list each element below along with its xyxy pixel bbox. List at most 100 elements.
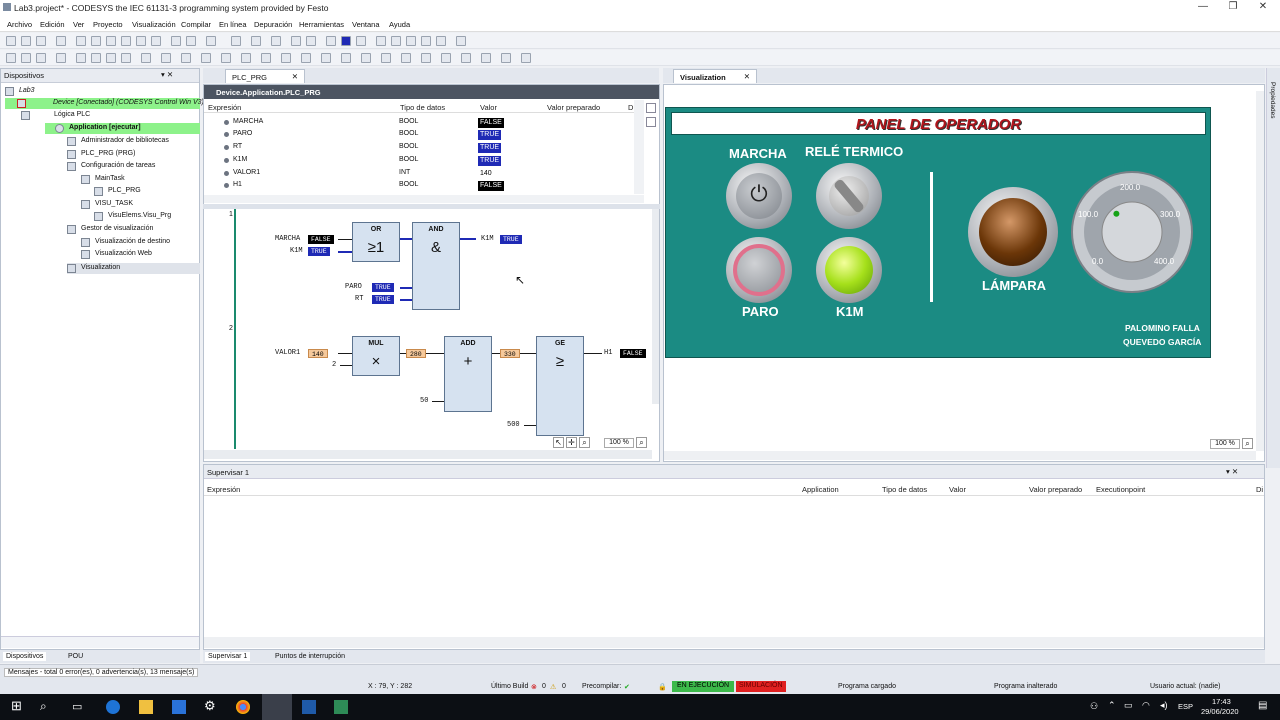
var-row-rt[interactable]: RT BOOL TRUE xyxy=(206,141,636,153)
edge-icon[interactable] xyxy=(106,700,120,714)
move-tool-icon[interactable]: ✛ xyxy=(566,437,577,448)
redo-icon[interactable] xyxy=(91,36,101,46)
wifi-icon[interactable]: ◠ xyxy=(1142,700,1150,711)
notifications-icon[interactable]: ▤ xyxy=(1258,700,1267,711)
watch-hscroll[interactable] xyxy=(204,637,1264,648)
language-indicator[interactable]: ESP xyxy=(1178,702,1193,711)
fbd-set-icon[interactable] xyxy=(201,53,211,63)
menu-depuracion[interactable]: Depuración xyxy=(254,20,292,29)
tabular-view-icon[interactable] xyxy=(646,117,656,127)
add-block[interactable]: ADD + xyxy=(444,336,492,412)
login-icon[interactable] xyxy=(231,36,241,46)
ge-block[interactable]: GE ≥ xyxy=(536,336,584,436)
fbd-output-icon[interactable] xyxy=(141,53,151,63)
step-out-icon[interactable] xyxy=(421,36,431,46)
tray-up-icon[interactable]: ⌃ xyxy=(1108,700,1116,711)
close-tab-icon[interactable]: ✕ xyxy=(292,72,298,81)
fbd-parallel-icon[interactable] xyxy=(301,53,311,63)
delete-icon[interactable] xyxy=(151,36,161,46)
fbd-input-icon[interactable] xyxy=(121,53,131,63)
tree-visualization[interactable]: Visualization xyxy=(67,263,200,274)
visu-vscroll[interactable] xyxy=(1256,91,1264,451)
reset-icon[interactable] xyxy=(306,36,316,46)
people-icon[interactable]: ⚇ xyxy=(1090,701,1098,712)
task-view-icon[interactable]: ▭ xyxy=(72,700,86,714)
step-over-icon[interactable] xyxy=(391,36,401,46)
or-block[interactable]: OR ≥1 xyxy=(352,222,400,262)
menu-ventana[interactable]: Ventana xyxy=(352,20,380,29)
copy-icon[interactable] xyxy=(121,36,131,46)
tab-pou[interactable]: POU xyxy=(68,653,83,660)
step-into-icon[interactable] xyxy=(406,36,416,46)
fbd-reset-icon[interactable] xyxy=(221,53,231,63)
tab-plc-prg[interactable]: PLC_PRG ✕ xyxy=(225,69,305,83)
fbd-return-icon[interactable] xyxy=(106,53,116,63)
rele-termico-switch[interactable] xyxy=(816,163,882,229)
status-simulation[interactable]: SIMULACIÓN xyxy=(736,681,786,692)
menu-en-linea[interactable]: En línea xyxy=(219,20,247,29)
menu-edicion[interactable]: Edición xyxy=(40,20,65,29)
volume-icon[interactable]: ◂) xyxy=(1160,700,1168,711)
visu-hscroll[interactable] xyxy=(664,451,1256,460)
fbd-append-icon[interactable] xyxy=(361,53,371,63)
marcha-button[interactable]: ⏻ xyxy=(726,163,792,229)
visu-zoom-icon[interactable]: ⌕ xyxy=(1242,438,1253,449)
logout-icon[interactable] xyxy=(251,36,261,46)
fbd-canvas[interactable]: 1 2 MARCHA FALSE K1M TRUE OR ≥1 AND & PARO… xyxy=(204,209,659,461)
fbd-coil-icon[interactable] xyxy=(21,53,31,63)
menu-archivo[interactable]: Archivo xyxy=(7,20,32,29)
paro-button[interactable] xyxy=(726,237,792,303)
var-row-k1m[interactable]: K1M BOOL TRUE xyxy=(206,154,636,166)
fbd-assign-icon[interactable] xyxy=(76,53,86,63)
fbd-comment-icon[interactable] xyxy=(281,53,291,63)
cut-icon[interactable] xyxy=(106,36,116,46)
stop-icon[interactable] xyxy=(341,36,351,46)
build-icon[interactable] xyxy=(206,36,216,46)
fbd-hscroll[interactable] xyxy=(204,450,652,459)
menu-ayuda[interactable]: Ayuda xyxy=(389,20,410,29)
var-row-h1[interactable]: H1 BOOL FALSE xyxy=(206,179,636,191)
tree-application[interactable]: Application [ejecutar] xyxy=(45,123,200,134)
var-row-marcha[interactable]: MARCHA BOOL FALSE xyxy=(206,116,636,128)
clock-time[interactable]: 17:43 xyxy=(1212,697,1231,706)
fbd-vscroll[interactable] xyxy=(652,209,659,404)
fbd-box-icon[interactable] xyxy=(36,53,46,63)
settings-icon[interactable]: ⚙ xyxy=(204,698,218,713)
close-tab-icon[interactable]: ✕ xyxy=(744,72,750,81)
fbd-network-icon[interactable] xyxy=(56,53,66,63)
new-icon[interactable] xyxy=(6,36,16,46)
tab-breakpoints[interactable]: Puntos de interrupción xyxy=(275,653,345,660)
messages-tab[interactable]: Mensajes - total 0 error(es), 0 adverten… xyxy=(4,668,199,677)
tree-device[interactable]: Device [Conectado] (CODESYS Control Win … xyxy=(5,98,204,109)
select-tool-icon[interactable]: ↖ xyxy=(553,437,564,448)
fbd-insert-icon[interactable] xyxy=(341,53,351,63)
var-table-hscroll[interactable] xyxy=(204,195,644,203)
fbd-edge-icon[interactable] xyxy=(241,53,251,63)
properties-side-tab[interactable]: Propiedades xyxy=(1266,68,1280,468)
fbd-contact-icon[interactable] xyxy=(6,53,16,63)
terminal-icon[interactable] xyxy=(334,700,348,714)
fbd-toggle-icon[interactable] xyxy=(501,53,511,63)
and-block[interactable]: AND & xyxy=(412,222,460,310)
download-icon[interactable] xyxy=(271,36,281,46)
fbd-pin-icon[interactable] xyxy=(401,53,411,63)
restore-button[interactable]: ❐ xyxy=(1218,1,1248,15)
print-icon[interactable] xyxy=(56,36,66,46)
mul-block[interactable]: MUL × xyxy=(352,336,400,376)
tab-visualization[interactable]: Visualization ✕ xyxy=(673,69,757,83)
menu-proyecto[interactable]: Proyecto xyxy=(93,20,123,29)
store-icon[interactable] xyxy=(172,700,186,714)
explorer-icon[interactable] xyxy=(139,700,153,714)
fbd-network-title-icon[interactable] xyxy=(481,53,491,63)
run-icon[interactable] xyxy=(326,36,336,46)
fbd-en-icon[interactable] xyxy=(381,53,391,63)
menu-ver[interactable]: Ver xyxy=(73,20,84,29)
pin-icon[interactable]: ▾ ✕ xyxy=(161,70,173,79)
fbd-jump-icon[interactable] xyxy=(91,53,101,63)
minimize-button[interactable]: — xyxy=(1188,1,1218,15)
force-icon[interactable] xyxy=(456,36,466,46)
fbd-negate-icon[interactable] xyxy=(181,53,191,63)
fbd-swap-icon[interactable] xyxy=(461,53,471,63)
replace-icon[interactable] xyxy=(186,36,196,46)
festo-icon[interactable] xyxy=(302,700,316,714)
